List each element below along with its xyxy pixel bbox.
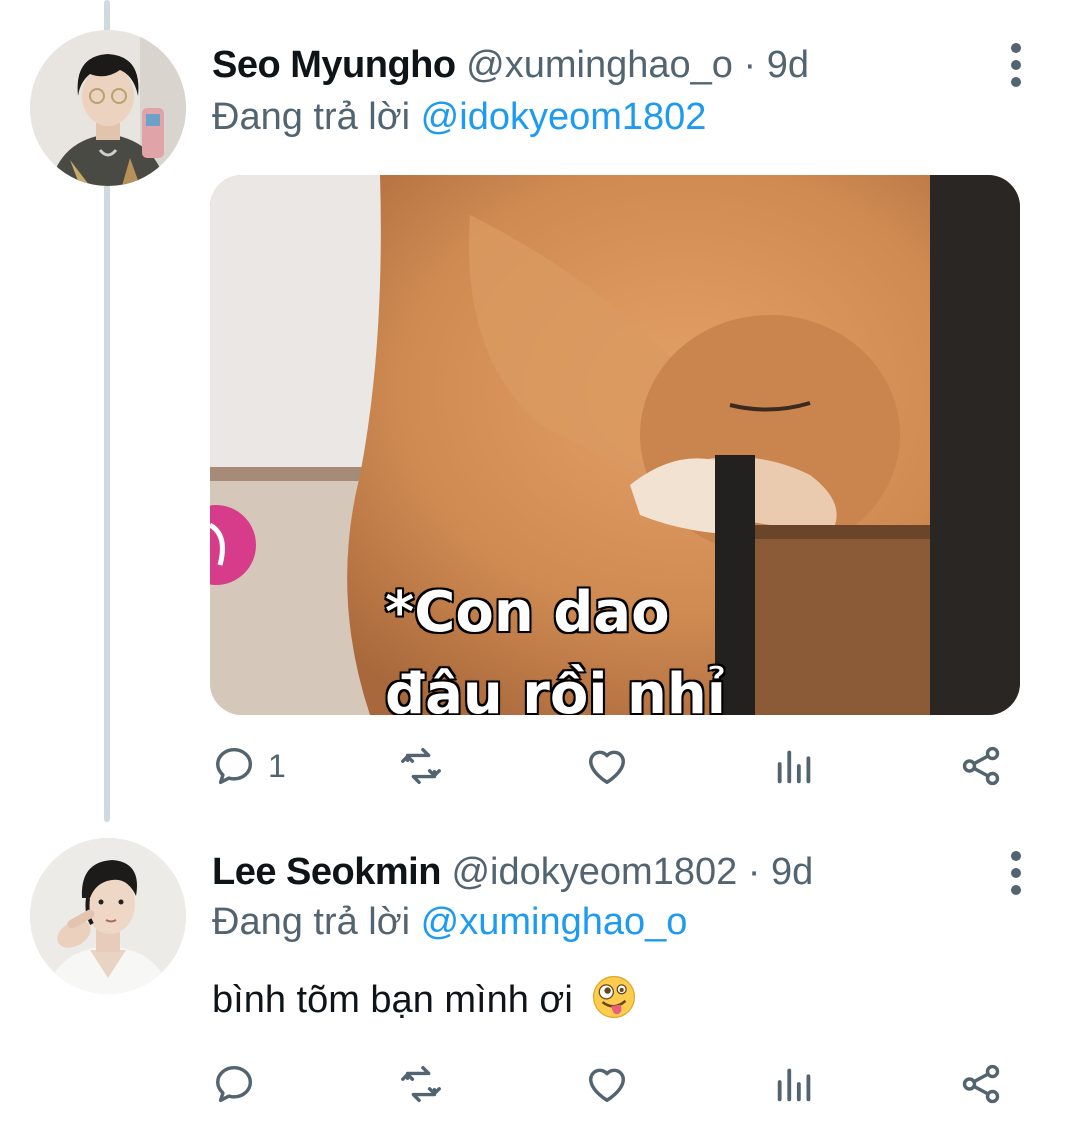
replying-to-label: Đang trả lời (212, 96, 411, 138)
tweet-header: Seo Myungho @xuminghao_o · 9d (212, 41, 809, 89)
timestamp[interactable]: 9d (771, 851, 813, 893)
tweet-text-content: bình tõm bạn mình ơi (212, 979, 573, 1021)
tweet-image[interactable]: *Con dao đâu rồi nhỉ (210, 175, 1020, 715)
tweet-lee-seokmin[interactable]: Lee Seokmin @idokyeom1802 · 9d Đang trả … (0, 822, 1080, 1125)
avatar[interactable] (30, 838, 186, 994)
retweet-icon (401, 1065, 441, 1103)
image-caption-line-1: *Con dao (384, 579, 672, 647)
share-button[interactable] (958, 742, 1004, 790)
replying-to: Đang trả lời @xuminghao_o (212, 898, 687, 946)
share-button[interactable] (958, 1060, 1004, 1108)
separator-dot: · (747, 851, 761, 893)
like-icon (588, 1068, 626, 1103)
zany-face-emoji-icon (593, 975, 636, 1019)
like-button[interactable] (584, 1060, 630, 1108)
avatar[interactable] (30, 30, 186, 186)
like-button[interactable] (584, 742, 630, 790)
timestamp[interactable]: 9d (767, 44, 809, 86)
more-icon[interactable] (1006, 43, 1026, 87)
tweet-header: Lee Seokmin @idokyeom1802 · 9d (212, 848, 813, 896)
replying-to: Đang trả lời @idokyeom1802 (212, 93, 706, 141)
retweet-button[interactable] (398, 742, 444, 790)
user-handle[interactable]: @xuminghao_o (466, 44, 733, 86)
share-icon (962, 746, 1000, 786)
views-icon (777, 750, 811, 784)
views-button[interactable] (772, 1060, 818, 1108)
reply-icon (216, 747, 253, 785)
separator-dot: · (743, 44, 757, 86)
like-icon (588, 750, 626, 785)
tweet-actions: 1 (0, 742, 1080, 790)
mention-link[interactable]: @idokyeom1802 (421, 96, 707, 138)
views-button[interactable] (772, 742, 818, 790)
tweet-text: bình tõm bạn mình ơi (212, 974, 637, 1025)
share-icon (962, 1064, 1000, 1104)
mention-link[interactable]: @xuminghao_o (421, 901, 688, 943)
tweet-actions (0, 1060, 1080, 1108)
reply-button[interactable]: 1 (212, 742, 286, 790)
more-icon[interactable] (1006, 851, 1026, 895)
reply-icon (216, 1065, 253, 1103)
display-name[interactable]: Seo Myungho (212, 44, 456, 86)
image-caption-line-2: đâu rồi nhỉ (384, 661, 728, 716)
views-icon (777, 1068, 811, 1102)
user-handle[interactable]: @idokyeom1802 (451, 851, 737, 893)
display-name[interactable]: Lee Seokmin (212, 851, 441, 893)
retweet-icon (401, 747, 441, 785)
tweet-seo-myungho[interactable]: Seo Myungho @xuminghao_o · 9d Đang trả l… (0, 0, 1080, 822)
retweet-button[interactable] (398, 1060, 444, 1108)
replying-to-label: Đang trả lời (212, 901, 411, 943)
reply-count: 1 (268, 747, 286, 784)
reply-button[interactable] (212, 1060, 268, 1108)
